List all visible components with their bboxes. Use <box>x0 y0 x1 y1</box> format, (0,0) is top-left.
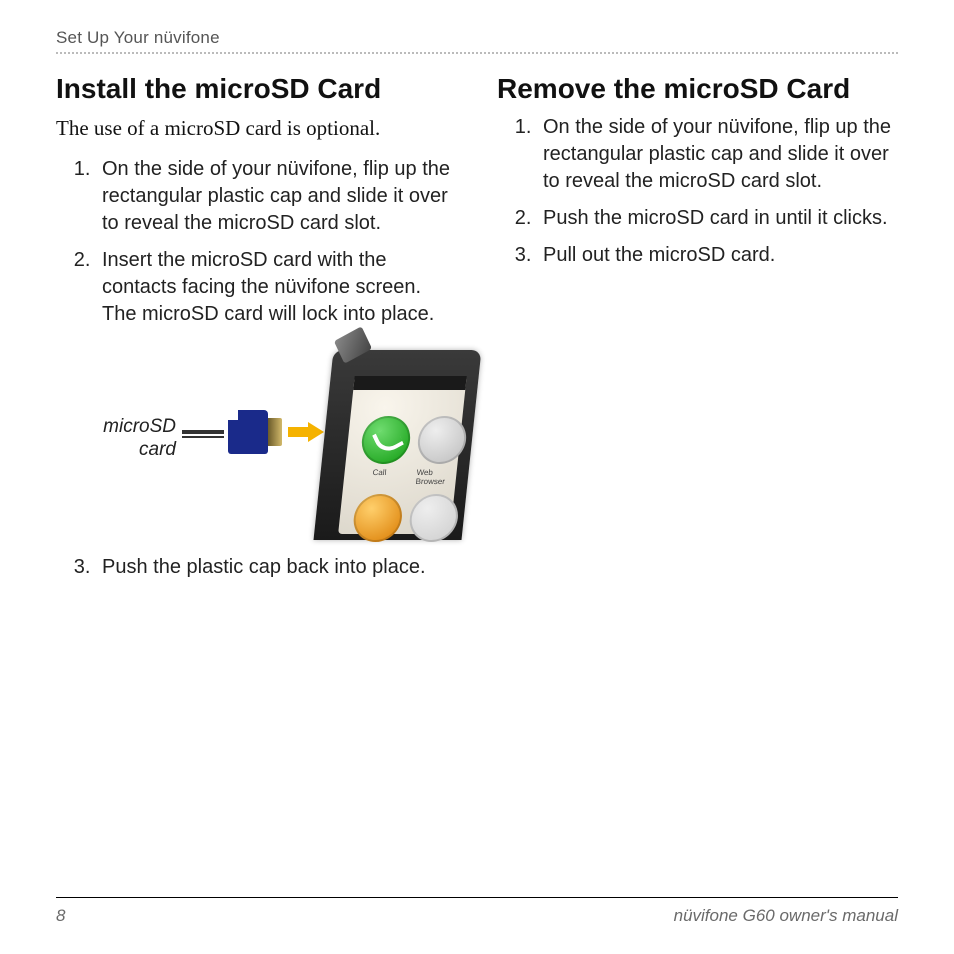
list-item: On the side of your nüvifone, flip up th… <box>96 156 457 237</box>
install-steps-part1: On the side of your nüvifone, flip up th… <box>56 156 457 328</box>
microsd-card-icon <box>228 410 284 454</box>
sd-notch <box>228 410 238 420</box>
page-number: 8 <box>56 906 65 926</box>
figure-label: microSD card <box>76 416 176 462</box>
page-footer: 8 nüvifone G60 owner's manual <box>56 897 898 926</box>
remove-heading: Remove the microSD Card <box>497 72 898 106</box>
list-item: On the side of your nüvifone, flip up th… <box>537 114 898 195</box>
manual-page: Set Up Your nüvifone Install the microSD… <box>0 0 954 954</box>
phone-screen: Call Web Browser <box>338 376 467 534</box>
left-column: Install the microSD Card The use of a mi… <box>56 72 457 593</box>
phone-illustration: Call Web Browser <box>313 340 482 540</box>
phone-call-icon <box>359 416 412 464</box>
list-item: Push the microSD card in until it clicks… <box>537 205 898 232</box>
two-column-layout: Install the microSD Card The use of a mi… <box>56 72 898 593</box>
manual-title: nüvifone G60 owner's manual <box>674 906 898 926</box>
remove-steps: On the side of your nüvifone, flip up th… <box>497 114 898 269</box>
list-item: Pull out the microSD card. <box>537 242 898 269</box>
install-steps-part2: Push the plastic cap back into place. <box>56 554 457 581</box>
phone-browser-label: Web Browser <box>415 468 457 486</box>
install-heading: Install the microSD Card <box>56 72 457 106</box>
leader-line <box>182 430 224 434</box>
insert-arrow-icon <box>288 422 324 442</box>
arrow-head <box>308 422 324 442</box>
install-intro: The use of a microSD card is optional. <box>56 114 457 142</box>
arrow-shaft <box>288 427 308 437</box>
phone-call-label: Call <box>372 468 387 477</box>
list-item: Push the plastic cap back into place. <box>96 554 457 581</box>
microsd-figure: microSD card <box>56 340 457 540</box>
sd-body <box>228 410 268 454</box>
running-head: Set Up Your nüvifone <box>56 28 898 48</box>
list-item: Insert the microSD card with the contact… <box>96 247 457 328</box>
phone-statusbar <box>353 376 466 390</box>
header-divider <box>56 52 898 54</box>
right-column: Remove the microSD Card On the side of y… <box>497 72 898 593</box>
